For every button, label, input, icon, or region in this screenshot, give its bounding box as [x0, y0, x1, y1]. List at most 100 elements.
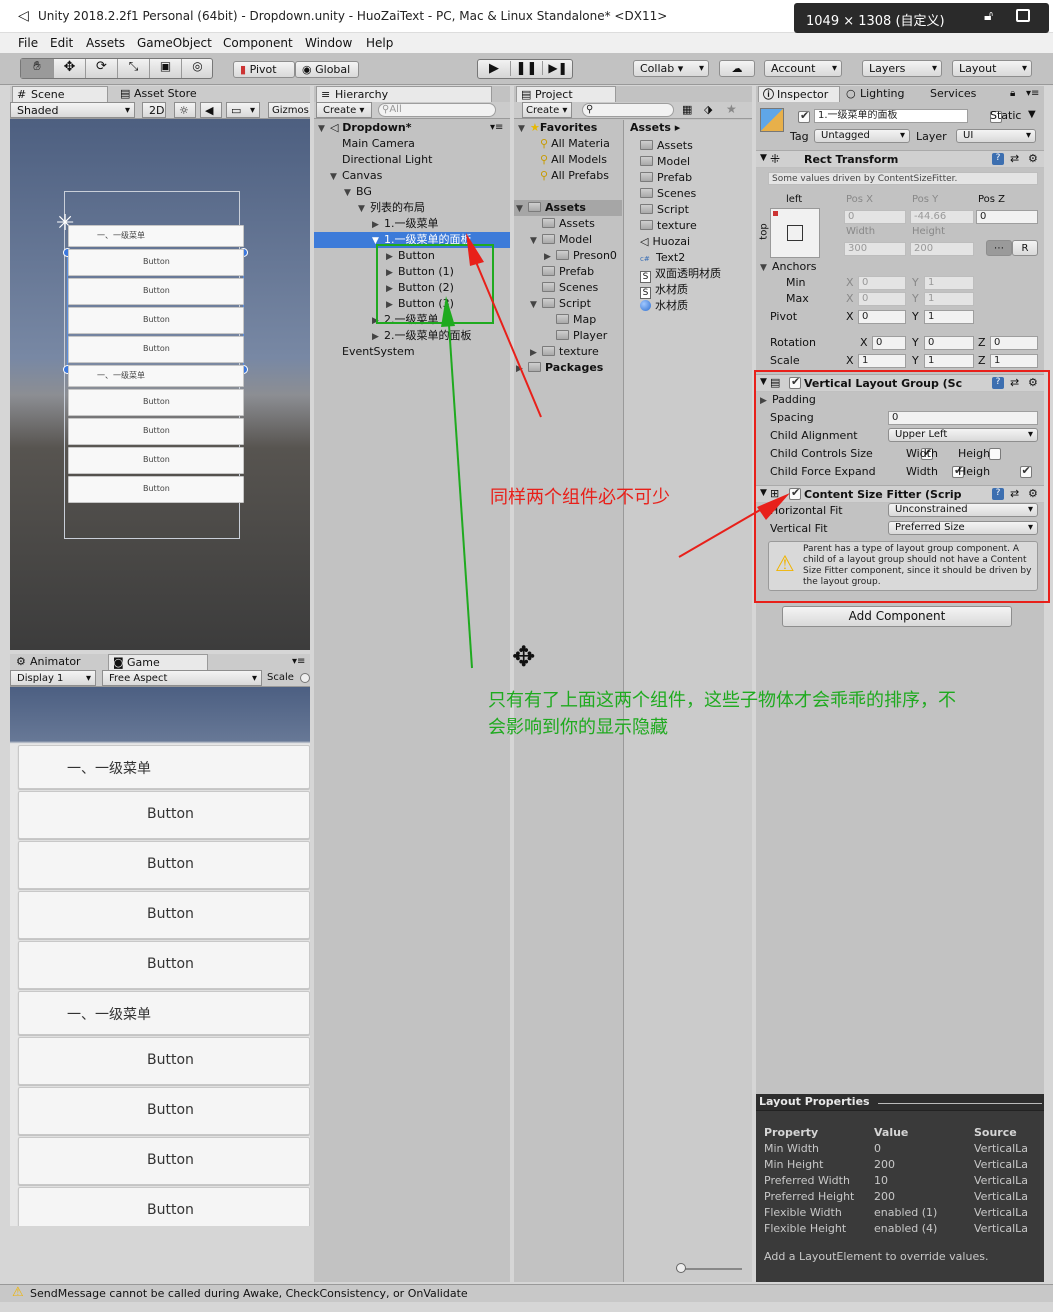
raw-edit-button[interactable]: R	[1012, 240, 1038, 256]
tag-dropdown[interactable]: Untagged	[814, 129, 910, 143]
move-tool-icon[interactable]: ✥	[53, 59, 85, 78]
asset-item[interactable]: Assets	[640, 138, 693, 154]
hierarchy-search[interactable]: ⚲All	[378, 103, 496, 117]
asset-item[interactable]: S 水材质	[640, 282, 688, 299]
step-icon[interactable]: ▶❚	[542, 61, 573, 75]
game-button[interactable]: Button	[18, 1137, 310, 1185]
layout-properties-header[interactable]: Layout Properties	[756, 1094, 1044, 1111]
game-button[interactable]: Button	[18, 841, 310, 889]
favorite-item[interactable]: ⚲ All Models	[540, 152, 607, 168]
project-folder-item[interactable]: ▼ Model	[530, 232, 592, 248]
static-dropdown-icon[interactable]: ▼	[1028, 109, 1036, 120]
asset-item[interactable]: Script	[640, 202, 689, 218]
game-button[interactable]: Button	[18, 1187, 310, 1226]
expand-icon[interactable]: ▼	[516, 201, 528, 217]
game-button[interactable]: Button	[18, 1087, 310, 1135]
rect-transform-header[interactable]: ▼ ⁜ Rect Transform ? ⇄ ⚙	[756, 150, 1044, 168]
add-component-button[interactable]: Add Component	[782, 606, 1012, 627]
effects-dropdown[interactable]: ▭	[226, 102, 260, 118]
audio-toggle[interactable]: ◀︎	[200, 102, 222, 118]
scene-viewport[interactable]: ✳ 一、一级菜单 Button Button Button Button 一、一级菜单 Bu…	[10, 119, 310, 650]
game-button[interactable]: Button	[18, 891, 310, 939]
project-search[interactable]: ⚲	[582, 103, 674, 117]
expand-icon[interactable]: ▶	[516, 361, 528, 377]
rot-x-field[interactable]: 0	[872, 336, 906, 350]
inspector-menu-icon[interactable]: ▾≡	[1026, 88, 1039, 99]
hierarchy-item[interactable]: Directional Light	[314, 152, 510, 168]
object-name-field[interactable]: 1.一级菜单的面板	[814, 109, 968, 123]
asset-item[interactable]: S 双面透明材质	[640, 266, 721, 283]
account-dropdown[interactable]: Account	[764, 60, 842, 77]
game-menu-header[interactable]: 一、一级菜单	[18, 991, 310, 1035]
expand-icon[interactable]: ▶	[372, 217, 384, 233]
game-menu-header[interactable]: 一、一级菜单	[18, 745, 310, 789]
expand-icon[interactable]: ▼	[530, 297, 542, 313]
icon-size-knob[interactable]	[676, 1263, 686, 1273]
rot-z-field[interactable]: 0	[990, 336, 1038, 350]
menu-help[interactable]: Help	[366, 36, 393, 50]
scale-z-field[interactable]: 1	[990, 354, 1038, 368]
collab-dropdown[interactable]: Collab ▾	[633, 60, 709, 77]
rot-y-field[interactable]: 0	[924, 336, 974, 350]
hierarchy-item[interactable]: ▶ 2.一级菜单的面板	[314, 328, 510, 344]
game-button[interactable]: Button	[18, 791, 310, 839]
cloud-button[interactable]: ☁	[719, 60, 755, 77]
menu-edit[interactable]: Edit	[50, 36, 73, 50]
game-button[interactable]: Button	[18, 1037, 310, 1085]
status-bar[interactable]: ⚠ SendMessage cannot be called during Aw…	[0, 1284, 1053, 1302]
expand-icon[interactable]: ▼	[344, 185, 356, 201]
hand-tool-icon[interactable]: ✋︎	[21, 59, 53, 78]
expand-icon[interactable]: ▶	[372, 329, 384, 345]
project-folder-item[interactable]: ▼ Assets	[516, 200, 586, 216]
tab-scene[interactable]: # Scene	[12, 86, 108, 102]
project-folder-item[interactable]: Map	[544, 312, 596, 328]
expand-icon[interactable]: ▶	[544, 249, 556, 265]
asset-item[interactable]: Prefab	[640, 170, 692, 186]
asset-item[interactable]: c# Text2	[640, 250, 685, 266]
menu-file[interactable]: File	[18, 36, 38, 50]
menu-component[interactable]: Component	[223, 36, 293, 50]
favorite-star-icon[interactable]: ★	[726, 102, 737, 116]
help-icon[interactable]: ?	[992, 153, 1004, 165]
layout-dropdown[interactable]: Layout	[952, 60, 1032, 77]
scene-root[interactable]: ▼ ◁ Dropdown*	[318, 120, 508, 136]
tab-hierarchy[interactable]: ≡ Hierarchy	[316, 86, 492, 102]
hierarchy-item[interactable]: ▼ BG	[314, 184, 510, 200]
active-checkbox[interactable]	[798, 109, 810, 123]
hierarchy-item[interactable]: ▶ 1.一级菜单	[314, 216, 510, 232]
expand-icon[interactable]: ▼	[330, 169, 342, 185]
transform-tool-icon[interactable]: ◎	[181, 59, 213, 78]
asset-item[interactable]: Model	[640, 154, 690, 170]
gizmos-button[interactable]: Gizmos	[268, 102, 310, 118]
hierarchy-item[interactable]: ▼ 列表的布局	[314, 200, 510, 216]
game-button[interactable]: Button	[18, 941, 310, 989]
shaded-dropdown[interactable]: Shaded	[10, 102, 135, 118]
menu-gameobject[interactable]: GameObject	[137, 36, 212, 50]
scale-slider-knob[interactable]	[300, 673, 310, 683]
restore-icon[interactable]	[1016, 9, 1030, 22]
project-folder-item[interactable]: Scenes	[530, 280, 598, 296]
tab-game[interactable]: ◙ Game	[108, 654, 208, 670]
scale-x-field[interactable]: 1	[858, 354, 906, 368]
favorite-item[interactable]: ⚲ All Materia	[540, 136, 610, 152]
tab-animator[interactable]: ⚙ Animator	[12, 654, 104, 670]
scale-tool-icon[interactable]: ⤡	[117, 59, 149, 78]
hierarchy-item[interactable]: EventSystem	[314, 344, 510, 360]
anchor-preset-button[interactable]	[770, 208, 820, 258]
tab-project[interactable]: ▤ Project	[516, 86, 616, 102]
hierarchy-menu-icon[interactable]: ▾≡	[490, 122, 503, 133]
project-folder-item[interactable]: Prefab	[530, 264, 594, 280]
project-folder-item[interactable]: ▶ texture	[530, 344, 599, 360]
asset-item[interactable]: Scenes	[640, 186, 696, 202]
project-folder-item[interactable]: ▶ Packages	[516, 360, 603, 376]
pivot-toggle[interactable]: ▮ Pivot	[233, 61, 295, 78]
game-menu-icon[interactable]: ▾≡	[292, 656, 305, 667]
expand-icon[interactable]: ▼	[358, 201, 370, 217]
project-folder-item[interactable]: ▼ Script	[530, 296, 591, 312]
preset-icon[interactable]: ⇄	[1010, 152, 1019, 165]
assets-breadcrumb[interactable]: Assets ▸	[630, 121, 680, 134]
anchors-foldout[interactable]: ▼ Anchors	[760, 260, 817, 273]
favorite-item[interactable]: ⚲ All Prefabs	[540, 168, 609, 184]
hierarchy-item[interactable]: ▼ Canvas	[314, 168, 510, 184]
pause-icon[interactable]: ❚❚	[510, 61, 542, 76]
